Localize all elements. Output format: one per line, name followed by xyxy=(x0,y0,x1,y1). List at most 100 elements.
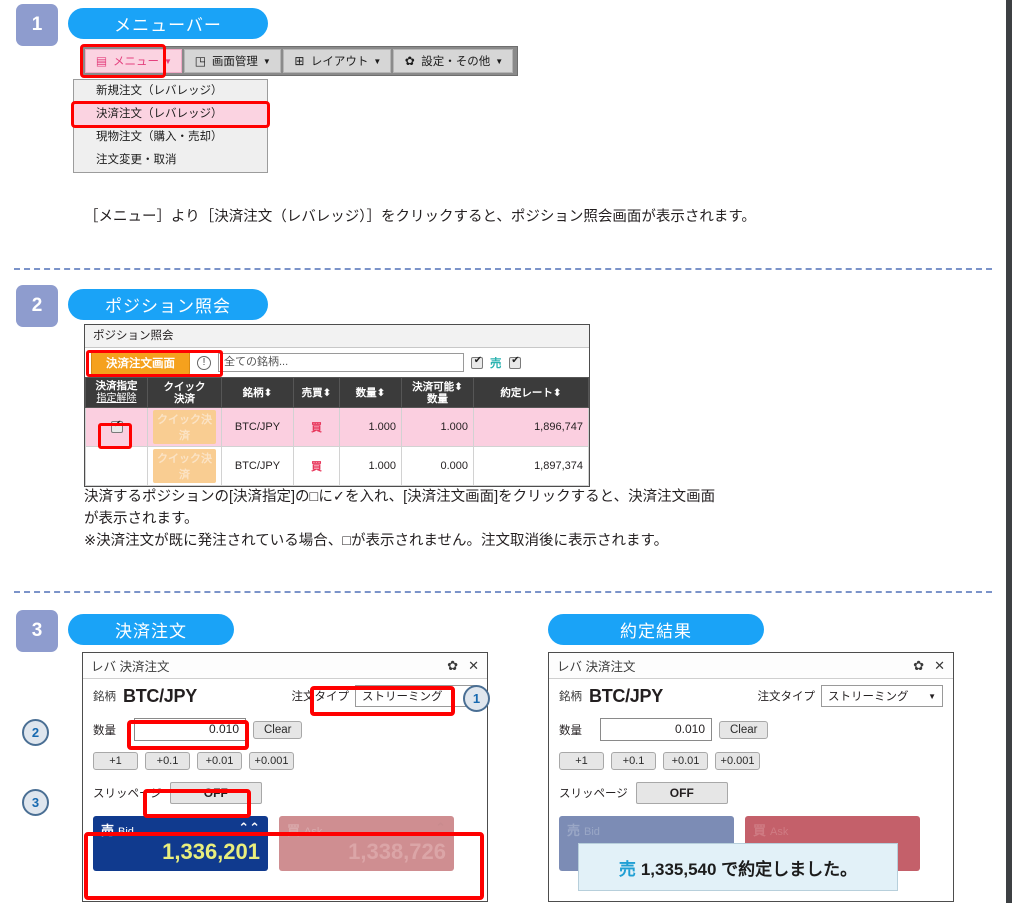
section-2-title-pill: ポジション照会 xyxy=(68,289,268,320)
menu-item-new-order[interactable]: 新規注文（レバレッジ） xyxy=(74,80,267,103)
step-plus-0.1-button[interactable]: +0.1 xyxy=(611,752,656,770)
sort-icon: ⬍ xyxy=(263,386,273,399)
ask-up-arrow-icon: ⌃ xyxy=(435,820,446,835)
step-plus-1-button[interactable]: +1 xyxy=(559,752,604,770)
order-type-value: ストリーミング xyxy=(362,691,443,703)
info-icon[interactable]: ! xyxy=(197,355,211,370)
symbol-filter-input[interactable]: 全ての銘柄... xyxy=(218,353,464,372)
gear-icon: ✿ xyxy=(404,53,415,68)
row-quick-close-cell[interactable]: クイック決済 xyxy=(147,407,222,447)
step-plus-0.1-button[interactable]: +0.1 xyxy=(145,752,190,770)
step-plus-0.001-button[interactable]: +0.001 xyxy=(249,752,294,770)
quantity-input[interactable]: 0.010 xyxy=(600,718,712,741)
row-qty: 1.000 xyxy=(339,407,402,447)
paragraph-step-2: 決済するポジションの[決済指定]の□に✓を入れ、[決済注文画面]をクリックすると… xyxy=(84,489,716,549)
slippage-label: スリッページ xyxy=(93,788,162,800)
symbol-row: 銘柄 BTC/JPY 注文タイプ ストリーミング ▼ xyxy=(83,679,487,713)
close-icon[interactable]: ✕ xyxy=(468,658,479,674)
sort-icon: ⬍ xyxy=(322,386,332,399)
fill-result-toast: 売 1,335,540 で約定しました。 xyxy=(578,843,898,891)
clear-button[interactable]: Clear xyxy=(253,720,303,739)
gear-icon[interactable]: ✿ xyxy=(913,658,924,674)
row-close-designate-cell[interactable] xyxy=(85,407,148,447)
callout-1: 1 xyxy=(463,685,490,712)
col-qty[interactable]: 数量⬍ xyxy=(339,377,402,408)
bid-card[interactable]: 売 Bid ⌃⌃ 1,336,201 xyxy=(93,816,268,871)
col-closable-qty[interactable]: 決済可能⬍ 数量 xyxy=(401,377,474,408)
row-exec-rate: 1,897,374 xyxy=(473,446,589,486)
section-3-header: 3 決済注文 xyxy=(16,610,234,652)
step-plus-1-button[interactable]: +1 xyxy=(93,752,138,770)
filter-buy-checkbox[interactable] xyxy=(508,355,522,369)
order-type-select[interactable]: ストリーミング ▼ xyxy=(355,685,477,707)
gear-icon[interactable]: ✿ xyxy=(447,658,458,674)
slippage-toggle[interactable]: OFF xyxy=(169,782,262,804)
quantity-input[interactable]: 0.010 xyxy=(134,718,246,741)
col-close-designate[interactable]: 決済指定 指定解除 xyxy=(85,377,148,408)
row-closable-qty: 1.000 xyxy=(401,407,474,447)
separator-1 xyxy=(14,268,992,270)
row-quick-close-cell[interactable]: クイック決済 xyxy=(147,446,222,486)
menu-bar: ▤ メニュー ▼ ◳ 画面管理 ▼ ⊞ レイアウト ▼ ✿ 設定・その他 ▼ xyxy=(82,46,519,76)
ask-jp-label: 買 xyxy=(753,823,767,838)
callout-2: 2 xyxy=(22,719,49,746)
menubar-item-settings-label: 設定・その他 xyxy=(421,56,491,68)
ask-card[interactable]: 買 Ask ⌃ 1,338,726 xyxy=(279,816,454,871)
slippage-row: スリッページ OFF xyxy=(549,776,953,810)
step-plus-0.01-button[interactable]: +0.01 xyxy=(197,752,242,770)
section-1-title-pill: メニューバー xyxy=(68,8,268,39)
close-order-screen-button[interactable]: 決済注文画面 xyxy=(91,350,190,375)
col-quick-close[interactable]: クイック 決済 xyxy=(147,377,222,408)
row-symbol: BTC/JPY xyxy=(221,407,294,447)
col-symbol[interactable]: 銘柄⬍ xyxy=(221,377,294,408)
symbol-label: 銘柄 xyxy=(559,691,582,703)
page-edge-bar xyxy=(1006,0,1012,903)
fill-sell-mark: 売 xyxy=(618,859,636,879)
order-type-label: 注文タイプ xyxy=(757,691,816,703)
ask-jp-label: 買 xyxy=(287,823,301,838)
step-badge-1: 1 xyxy=(16,4,58,46)
menubar-item-screen-manage-label: 画面管理 xyxy=(211,56,258,68)
bid-value: 1,336,201 xyxy=(162,839,260,864)
chevron-down-icon: ▼ xyxy=(262,56,271,66)
sort-icon: ⬍ xyxy=(454,380,463,393)
step-plus-0.001-button[interactable]: +0.001 xyxy=(715,752,760,770)
row-closable-qty: 0.000 xyxy=(401,446,474,486)
section-3-title2-pill: 約定結果 xyxy=(548,614,764,645)
col-side[interactable]: 売買⬍ xyxy=(293,377,340,408)
clear-button[interactable]: Clear xyxy=(719,720,769,739)
bid-en-label: Bid xyxy=(118,826,134,838)
menubar-item-menu[interactable]: ▤ メニュー ▼ xyxy=(85,49,182,73)
position-window-title: ポジション照会 xyxy=(85,325,589,348)
ask-en-label: Ask xyxy=(770,826,789,838)
order-type-select[interactable]: ストリーミング ▼ xyxy=(821,685,943,707)
row-close-designate-cell[interactable] xyxy=(85,446,148,486)
table-header-row: 決済指定 指定解除 クイック 決済 銘柄⬍ 売買⬍ 数量⬍ 決済可能⬍ 数量 約… xyxy=(85,377,589,408)
step-plus-0.01-button[interactable]: +0.01 xyxy=(663,752,708,770)
menubar-item-settings[interactable]: ✿ 設定・その他 ▼ xyxy=(393,49,514,73)
chevron-down-icon: ▼ xyxy=(164,56,172,66)
slippage-label: スリッページ xyxy=(559,788,628,800)
col-exec-rate[interactable]: 約定レート⬍ xyxy=(473,377,589,408)
filter-sell-checkbox[interactable] xyxy=(471,355,484,369)
slippage-toggle[interactable]: OFF xyxy=(635,782,728,804)
menu-item-spot-order[interactable]: 現物注文（購入・売却） xyxy=(74,126,267,149)
row-checkbox[interactable] xyxy=(110,419,124,434)
quantity-row: 数量 0.010 Clear xyxy=(549,713,953,746)
ask-value: 1,338,726 xyxy=(348,839,446,864)
close-order-window-left: レバ 決済注文 ✿ ✕ 銘柄 BTC/JPY 注文タイプ ストリーミング ▼ 数… xyxy=(82,652,488,902)
menubar-item-layout[interactable]: ⊞ レイアウト ▼ xyxy=(282,49,392,73)
order-window-title: レバ 決済注文 xyxy=(91,660,170,674)
position-toolbar: 決済注文画面 ! 全ての銘柄... 売 xyxy=(85,348,589,377)
menu-item-change-cancel[interactable]: 注文変更・取消 xyxy=(74,149,267,172)
close-icon[interactable]: ✕ xyxy=(934,658,945,674)
table-row[interactable]: クイック決済 BTC/JPY 買 1.000 0.000 1,897,374 xyxy=(85,446,589,486)
table-row[interactable]: クイック決済 BTC/JPY 買 1.000 1.000 1,896,747 xyxy=(85,407,589,447)
menu-item-close-order[interactable]: 決済注文（レバレッジ） xyxy=(74,103,267,126)
menubar-item-screen-manage[interactable]: ◳ 画面管理 ▼ xyxy=(183,49,281,73)
quantity-step-row: +1 +0.1 +0.01 +0.001 xyxy=(83,746,487,776)
screen-manage-icon: ◳ xyxy=(194,53,207,68)
quantity-label: 数量 xyxy=(559,724,582,737)
symbol-label: 銘柄 xyxy=(93,691,116,703)
layout-icon: ⊞ xyxy=(294,53,305,68)
